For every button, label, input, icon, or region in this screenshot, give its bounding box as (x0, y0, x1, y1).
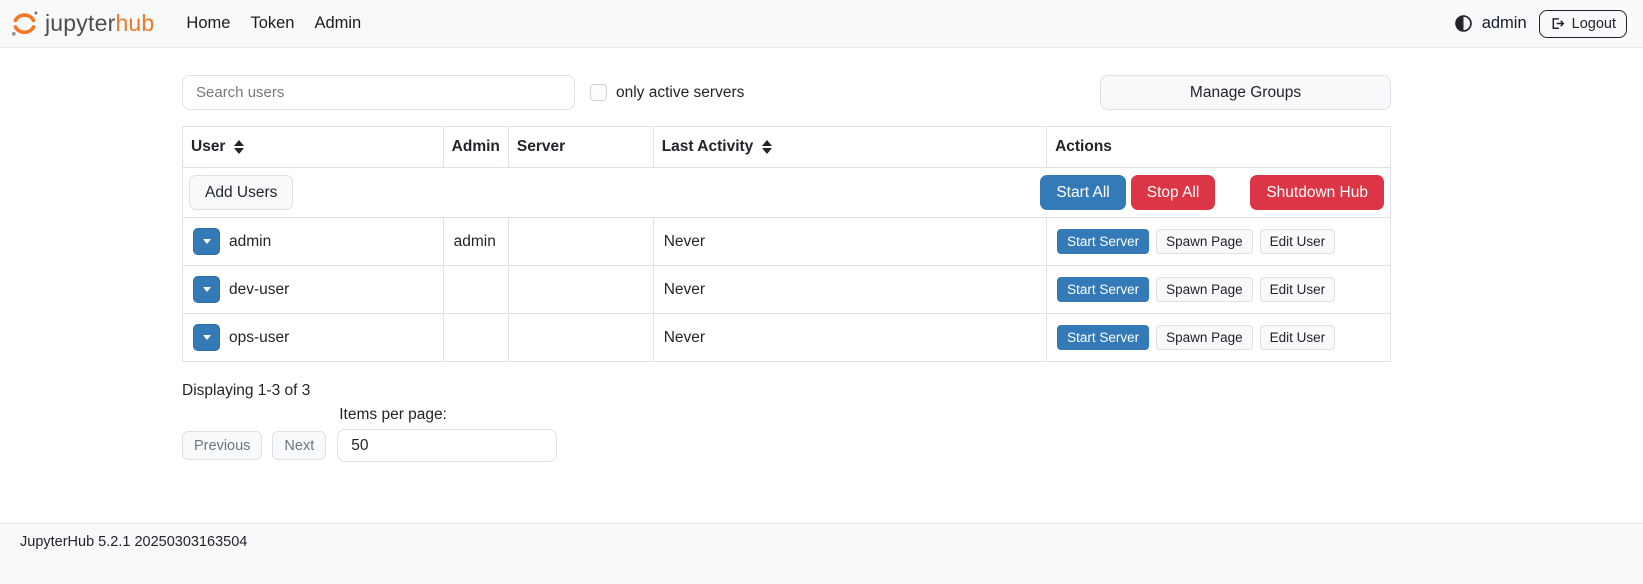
pagination-summary: Displaying 1-3 of 3 (182, 382, 1391, 400)
admin-cell (443, 314, 508, 362)
items-per-page-input[interactable] (337, 429, 557, 462)
active-servers-label[interactable]: only active servers (616, 84, 744, 102)
manage-groups-button[interactable]: Manage Groups (1100, 75, 1391, 110)
user-dropdown-button[interactable] (193, 228, 220, 255)
last-activity-cell: Never (653, 266, 1046, 314)
brand-text: jupyterhub (45, 10, 154, 37)
jupyterhub-logo[interactable]: jupyterhub (10, 9, 154, 38)
jupyterhub-logo-icon (10, 9, 39, 38)
caret-down-icon (203, 239, 211, 244)
table-row: admin admin Never Start Server Spawn Pag… (183, 218, 1391, 266)
start-server-button[interactable]: Start Server (1057, 325, 1149, 350)
logout-label: Logout (1572, 16, 1616, 32)
last-activity-cell: Never (653, 218, 1046, 266)
col-last-activity-header: Last Activity (653, 127, 1046, 168)
col-last-activity-label: Last Activity (662, 138, 754, 156)
theme-toggle-icon[interactable] (1455, 15, 1472, 32)
pagination-controls: Previous Next Items per page: (182, 406, 1391, 462)
next-button[interactable]: Next (272, 431, 326, 460)
brand-hub: hub (115, 10, 154, 36)
server-cell (508, 218, 653, 266)
table-controls-row: Add Users Start All Stop All Shutdown Hu… (183, 168, 1391, 218)
edit-user-button[interactable]: Edit User (1260, 229, 1336, 254)
footer: JupyterHub 5.2.1 20250303163504 (0, 523, 1643, 584)
sort-last-activity-icon[interactable] (762, 140, 772, 154)
edit-user-button[interactable]: Edit User (1260, 325, 1336, 350)
shutdown-hub-button[interactable]: Shutdown Hub (1250, 175, 1384, 210)
user-dropdown-button[interactable] (193, 324, 220, 351)
col-admin-header: Admin (443, 127, 508, 168)
caret-down-icon (203, 287, 211, 292)
brand-jupyter: jupyter (45, 10, 115, 36)
col-user-label: User (191, 138, 225, 156)
toolbar: only active servers Manage Groups (182, 75, 1391, 110)
navbar: jupyterhub Home Token Admin admin Logout (0, 0, 1643, 48)
logout-button[interactable]: Logout (1539, 10, 1627, 38)
table-row: ops-user Never Start Server Spawn Page E… (183, 314, 1391, 362)
start-server-button[interactable]: Start Server (1057, 229, 1149, 254)
admin-cell (443, 266, 508, 314)
items-per-page-label: Items per page: (339, 406, 557, 424)
col-server-header: Server (508, 127, 653, 168)
sort-user-icon[interactable] (234, 140, 244, 154)
server-cell (508, 266, 653, 314)
nav-links: Home Token Admin (176, 6, 371, 41)
active-servers-checkbox[interactable] (590, 84, 607, 101)
spawn-page-button[interactable]: Spawn Page (1156, 229, 1253, 254)
main-content: only active servers Manage Groups User (0, 48, 1643, 523)
col-actions-header: Actions (1047, 127, 1391, 168)
start-server-button[interactable]: Start Server (1057, 277, 1149, 302)
logout-icon (1550, 16, 1565, 31)
active-servers-filter: only active servers (590, 84, 744, 102)
stop-all-button[interactable]: Stop All (1131, 175, 1216, 210)
caret-down-icon (203, 335, 211, 340)
edit-user-button[interactable]: Edit User (1260, 277, 1336, 302)
search-input[interactable] (182, 75, 575, 110)
users-table: User Admin Server Last Activity Actions (182, 126, 1391, 362)
nav-link-admin[interactable]: Admin (304, 6, 371, 41)
nav-link-token[interactable]: Token (240, 6, 304, 41)
admin-cell: admin (443, 218, 508, 266)
navbar-right: admin Logout (1455, 10, 1627, 38)
add-users-button[interactable]: Add Users (189, 175, 293, 210)
col-user-header: User (183, 127, 444, 168)
table-row: dev-user Never Start Server Spawn Page E… (183, 266, 1391, 314)
current-user-label: admin (1482, 14, 1527, 33)
user-dropdown-button[interactable] (193, 276, 220, 303)
footer-version: JupyterHub 5.2.1 20250303163504 (20, 534, 247, 550)
nav-link-home[interactable]: Home (176, 6, 240, 41)
start-all-button[interactable]: Start All (1040, 175, 1125, 210)
server-cell (508, 314, 653, 362)
table-header-row: User Admin Server Last Activity Actions (183, 127, 1391, 168)
spawn-page-button[interactable]: Spawn Page (1156, 277, 1253, 302)
previous-button[interactable]: Previous (182, 431, 262, 460)
last-activity-cell: Never (653, 314, 1046, 362)
username-label: admin (229, 233, 271, 251)
spawn-page-button[interactable]: Spawn Page (1156, 325, 1253, 350)
username-label: dev-user (229, 281, 289, 299)
username-label: ops-user (229, 329, 289, 347)
